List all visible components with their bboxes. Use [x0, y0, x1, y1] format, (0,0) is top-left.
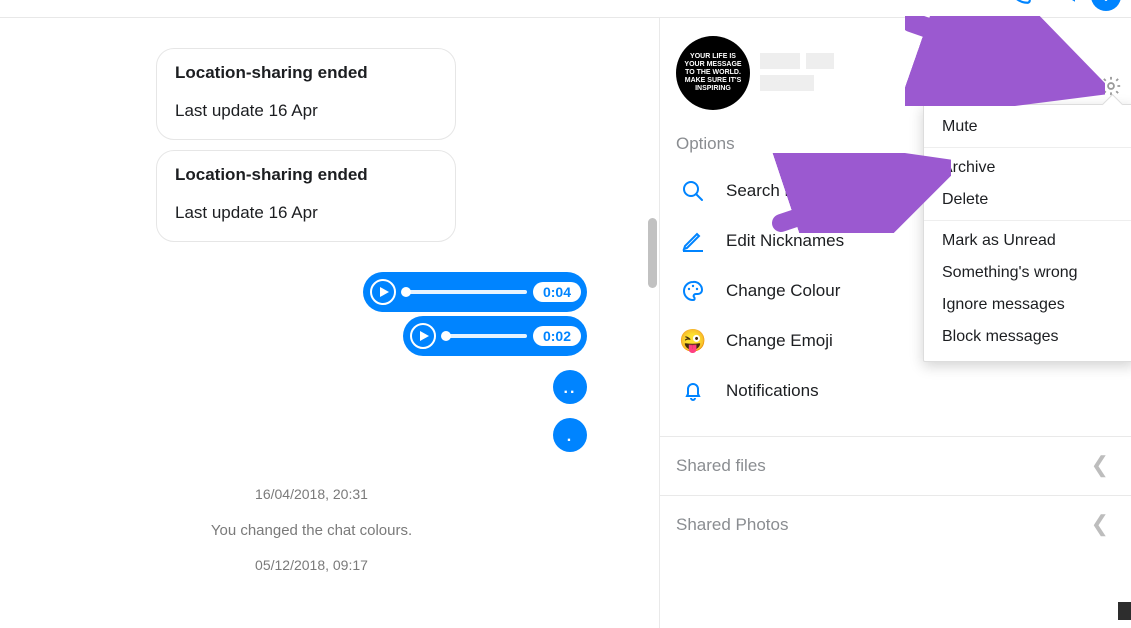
topbar	[0, 0, 1131, 18]
option-label: Notifications	[726, 381, 819, 401]
details-panel: YOUR LIFE IS YOUR MESSAGE TO THE WORLD. …	[660, 18, 1131, 628]
scrollbar-thumb[interactable]	[1118, 602, 1131, 620]
separator	[924, 147, 1131, 148]
incoming-bubble: Location-sharing ended Last update 16 Ap…	[156, 48, 456, 140]
audio-track[interactable]	[443, 334, 527, 338]
play-icon[interactable]	[409, 322, 437, 350]
scrollbar-thumb[interactable]	[648, 218, 657, 288]
shared-files-section[interactable]: Shared files ❮	[660, 436, 1131, 495]
outgoing-dot-message[interactable]: ..	[553, 370, 587, 404]
chevron-left-icon: ❮	[1091, 512, 1109, 538]
menu-somethings-wrong[interactable]: Something's wrong	[924, 257, 1131, 289]
audio-time: 0:02	[533, 326, 581, 346]
option-label: Search in Conversation	[726, 181, 903, 201]
menu-ignore[interactable]: Ignore messages	[924, 289, 1131, 321]
pencil-icon	[680, 228, 706, 254]
chat-column: Location-sharing ended Last update 16 Ap…	[0, 18, 660, 628]
bubble-title: Location-sharing ended	[175, 165, 437, 185]
call-icon[interactable]	[1007, 0, 1033, 11]
settings-menu: Mute Archive Delete Mark as Unread Somet…	[923, 104, 1131, 362]
palette-icon	[680, 278, 706, 304]
section-label: Shared files	[676, 456, 766, 476]
emoji-icon: 😜	[680, 328, 706, 354]
incoming-bubble: Location-sharing ended Last update 16 Ap…	[156, 150, 456, 242]
separator	[924, 220, 1131, 221]
avatar[interactable]: YOUR LIFE IS YOUR MESSAGE TO THE WORLD. …	[676, 36, 750, 110]
bubble-sub: Last update 16 Apr	[175, 203, 437, 223]
audio-message[interactable]: 0:04	[363, 272, 587, 312]
contact-name-redacted	[760, 53, 834, 93]
menu-archive[interactable]: Archive	[924, 152, 1131, 184]
info-icon[interactable]	[1091, 0, 1121, 11]
play-icon[interactable]	[369, 278, 397, 306]
option-label: Change Emoji	[726, 331, 833, 351]
search-icon	[680, 178, 706, 204]
option-notifications[interactable]: Notifications	[660, 366, 1131, 416]
menu-mark-unread[interactable]: Mark as Unread	[924, 225, 1131, 257]
system-message: You changed the chat colours.	[0, 522, 623, 539]
outgoing-dot-message[interactable]: .	[553, 418, 587, 452]
audio-message[interactable]: 0:02	[403, 316, 587, 356]
video-icon[interactable]	[1047, 0, 1077, 10]
section-label: Shared Photos	[676, 515, 788, 535]
option-label: Change Colour	[726, 281, 840, 301]
menu-mute[interactable]: Mute	[924, 111, 1131, 143]
topbar-icons	[1007, 0, 1121, 11]
audio-time: 0:04	[533, 282, 581, 302]
timestamp: 05/12/2018, 09:17	[0, 557, 623, 573]
menu-delete[interactable]: Delete	[924, 184, 1131, 216]
timestamp: 16/04/2018, 20:31	[0, 486, 623, 502]
option-label: Edit Nicknames	[726, 231, 844, 251]
audio-track[interactable]	[403, 290, 527, 294]
shared-photos-section[interactable]: Shared Photos ❮	[660, 495, 1131, 554]
bubble-sub: Last update 16 Apr	[175, 101, 437, 121]
bell-icon	[680, 378, 706, 404]
bubble-title: Location-sharing ended	[175, 63, 437, 83]
chevron-left-icon: ❮	[1091, 453, 1109, 479]
menu-block[interactable]: Block messages	[924, 321, 1131, 353]
